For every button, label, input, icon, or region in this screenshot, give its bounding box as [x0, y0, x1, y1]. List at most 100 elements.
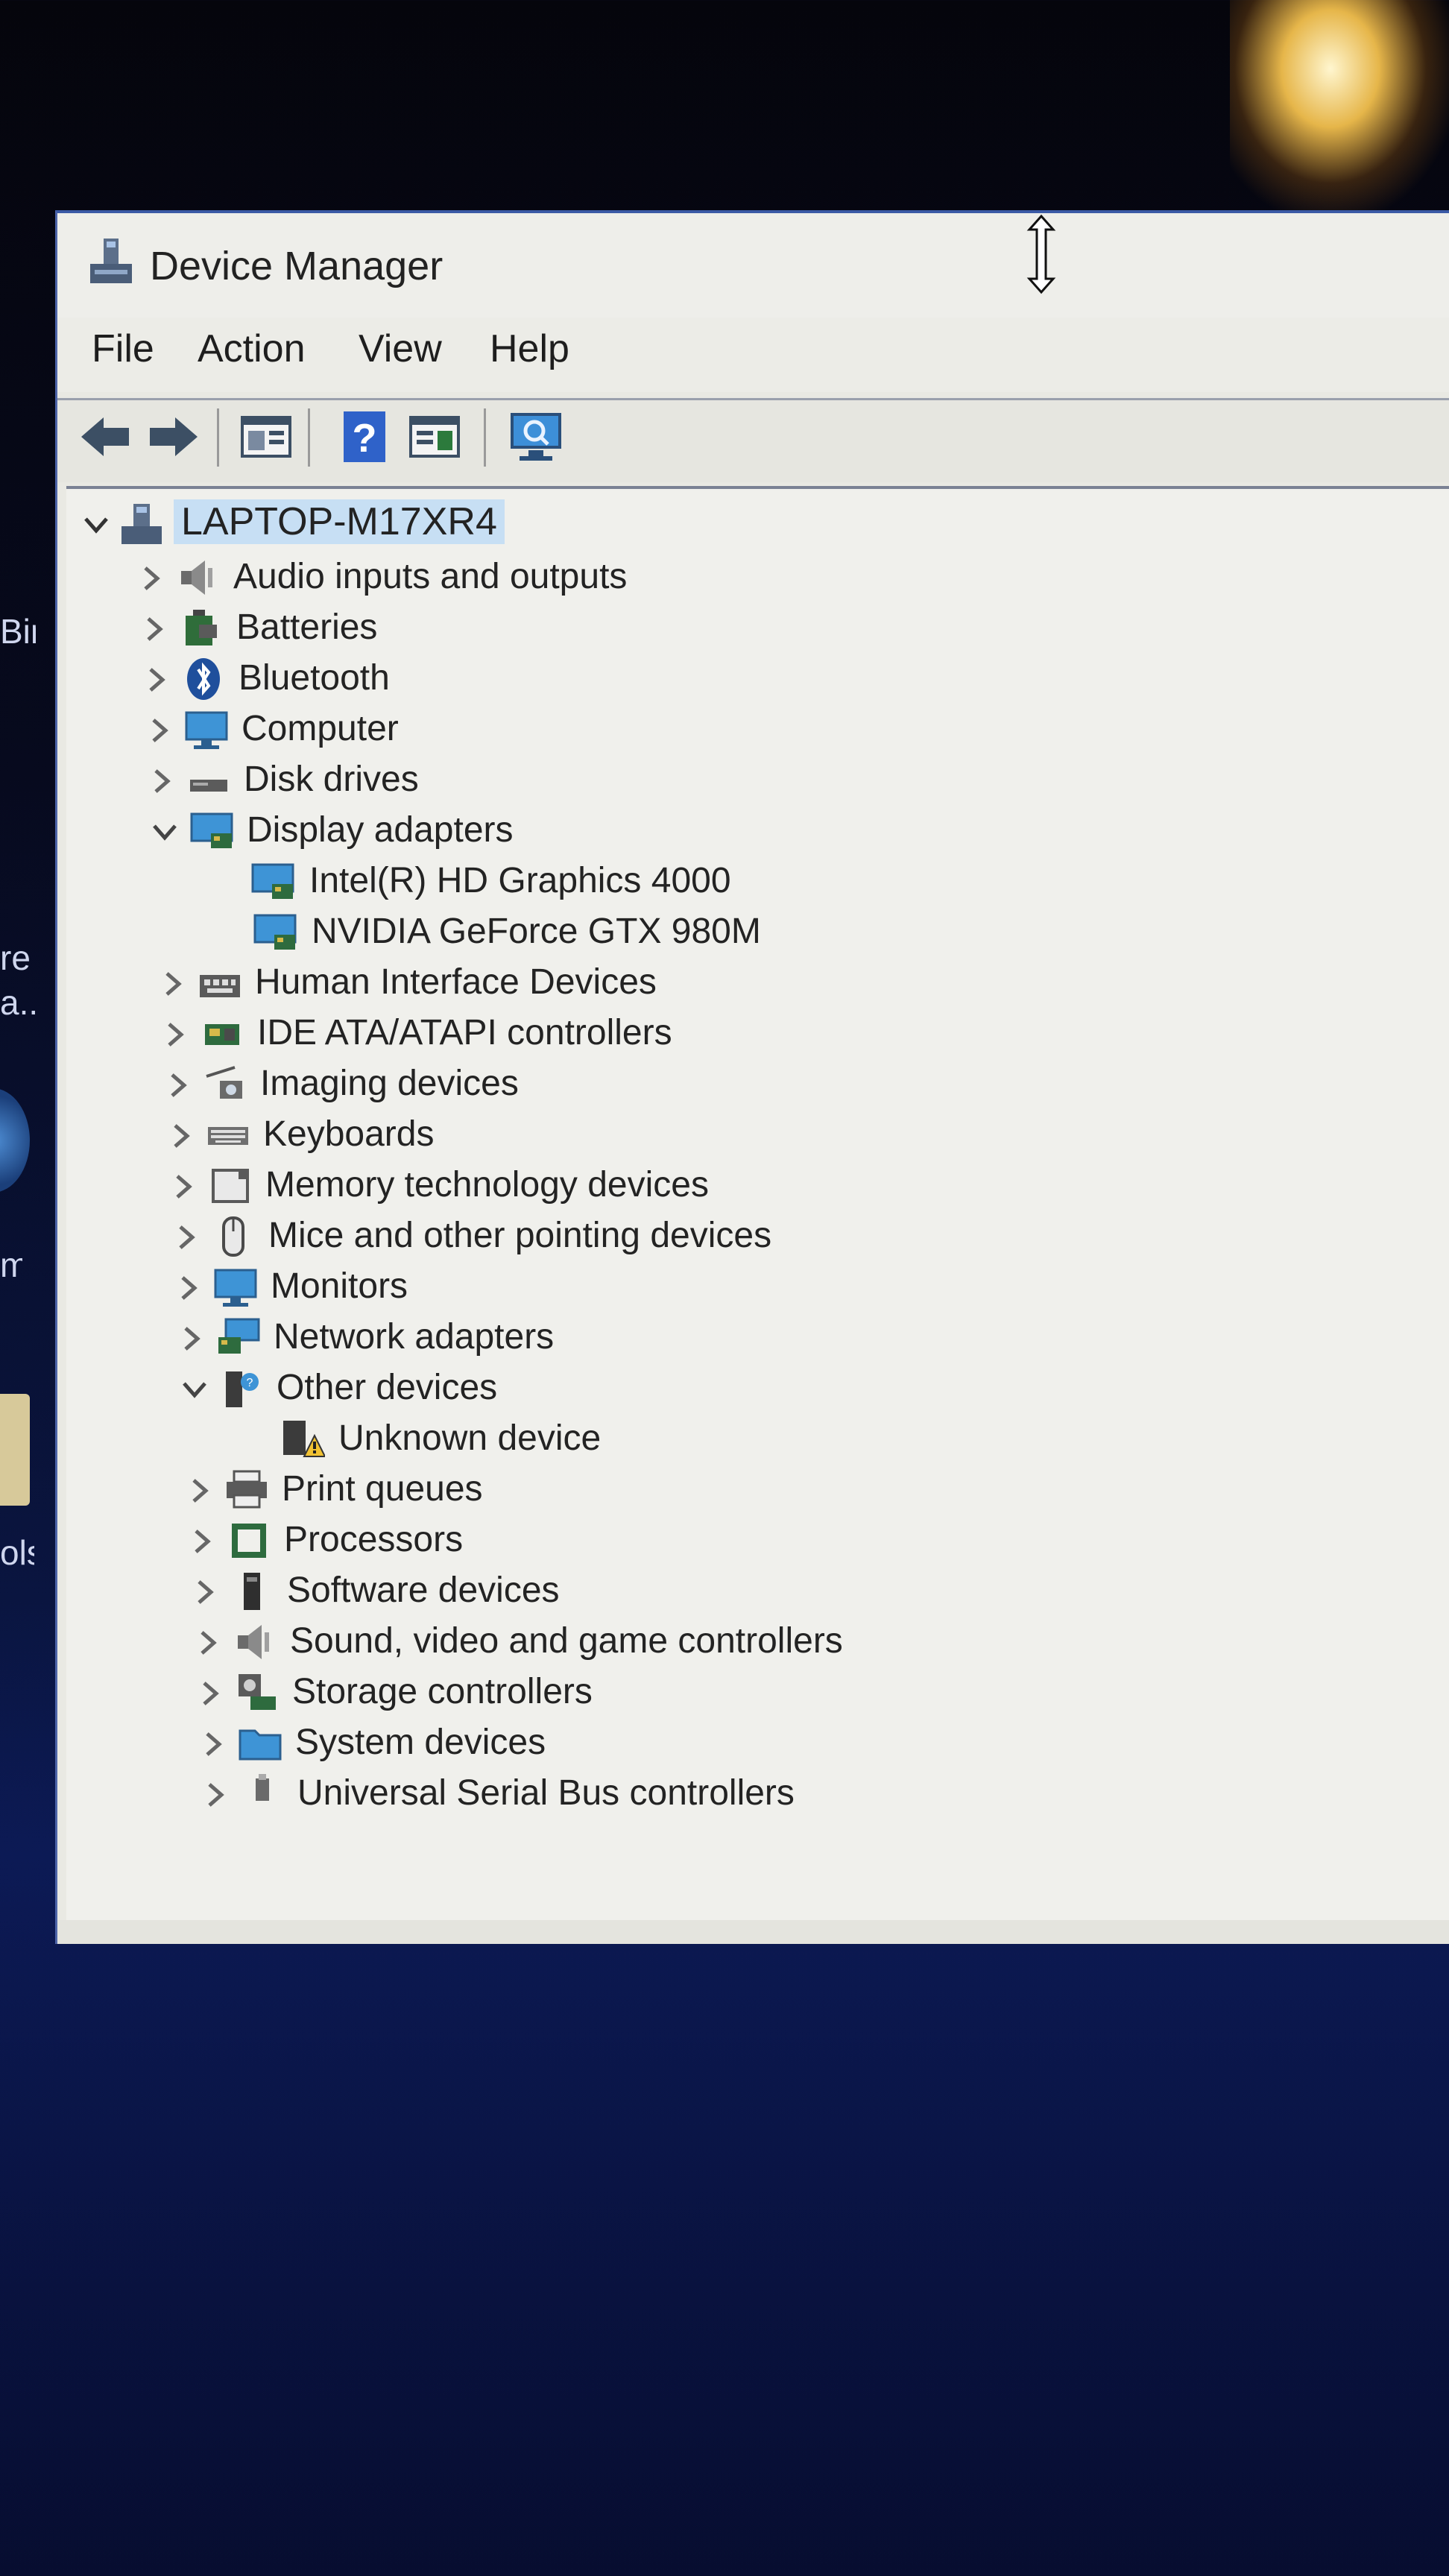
tree-root[interactable]: LAPTOP-M17XR4 — [81, 498, 603, 550]
memory-card-icon — [207, 1163, 253, 1209]
chevron-right-icon[interactable] — [147, 766, 177, 796]
chevron-right-icon[interactable] — [171, 1222, 201, 1252]
desktop-label-software[interactable]: re — [0, 938, 34, 978]
tree-category[interactable]: Disk drives — [147, 754, 1190, 806]
device-manager-window[interactable]: Device Manager File Action View Help ? L… — [55, 210, 1449, 1944]
chevron-right-icon[interactable] — [139, 614, 169, 644]
category-label: Computer — [242, 709, 399, 748]
tree-category[interactable]: Processors — [187, 1515, 1231, 1567]
chevron-right-icon[interactable] — [145, 716, 174, 745]
desktop-folder-icon[interactable] — [0, 1394, 30, 1506]
chevron-right-icon[interactable] — [201, 1780, 230, 1810]
tree-category[interactable]: Computer — [145, 704, 1188, 756]
tree-category[interactable]: Batteries — [139, 602, 1183, 654]
tree-category[interactable]: Storage controllers — [195, 1667, 1239, 1719]
usb-icon — [239, 1771, 285, 1817]
keyboard-icon — [205, 1112, 251, 1158]
tree-category[interactable]: Network adapters — [177, 1312, 1220, 1364]
chevron-right-icon[interactable] — [185, 1476, 215, 1506]
tree-category[interactable]: Memory technology devices — [168, 1160, 1212, 1212]
chevron-right-icon[interactable] — [195, 1679, 225, 1708]
category-label: Print queues — [282, 1469, 483, 1509]
toolbar-separator — [217, 408, 219, 467]
chevron-right-icon[interactable] — [177, 1324, 206, 1354]
tree-category[interactable]: Print queues — [185, 1464, 1228, 1516]
unknown-device-icon — [279, 1416, 326, 1462]
update-driver-icon[interactable] — [406, 408, 463, 465]
tree-category[interactable]: Bluetooth — [142, 653, 1185, 705]
desktop-label-software-2[interactable]: a... — [0, 982, 40, 1023]
category-label: Sound, video and game controllers — [290, 1621, 843, 1661]
gpu-device-icon — [252, 909, 298, 956]
speaker-icon — [232, 1619, 278, 1665]
ide-controller-icon — [199, 1011, 245, 1057]
back-arrow-icon[interactable] — [77, 408, 133, 465]
display-adapter-icon — [189, 808, 235, 854]
menu-file[interactable]: File — [92, 326, 154, 371]
menu-view[interactable]: View — [359, 326, 442, 371]
chevron-right-icon[interactable] — [187, 1527, 217, 1556]
gpu-device-icon — [250, 859, 296, 905]
tree-category[interactable]: Sound, video and game controllers — [193, 1616, 1237, 1668]
tree-category[interactable]: Human Interface Devices — [158, 957, 1202, 1009]
tree-category[interactable]: ? Other devices — [180, 1363, 1223, 1415]
device-tree[interactable]: LAPTOP-M17XR4 Audio inputs and outputs Ba… — [66, 486, 1449, 1920]
tree-category[interactable]: Audio inputs and outputs — [136, 552, 1180, 604]
category-label: Display adapters — [247, 810, 514, 850]
device-label: NVIDIA GeForce GTX 980M — [312, 912, 761, 951]
chevron-right-icon[interactable] — [136, 564, 166, 593]
device-label: Unknown device — [338, 1418, 602, 1458]
tree-device[interactable]: Unknown device — [239, 1413, 1282, 1465]
chevron-right-icon[interactable] — [193, 1628, 223, 1658]
tree-category[interactable]: Monitors — [174, 1261, 1217, 1313]
chevron-down-icon[interactable] — [180, 1374, 209, 1404]
chevron-right-icon[interactable] — [163, 1070, 193, 1100]
window-title: Device Manager — [150, 244, 443, 288]
category-label: Storage controllers — [292, 1672, 593, 1711]
chevron-right-icon[interactable] — [198, 1729, 228, 1759]
forward-arrow-icon[interactable] — [145, 408, 202, 465]
help-icon[interactable]: ? — [336, 408, 393, 465]
chevron-right-icon[interactable] — [160, 1020, 190, 1049]
tree-category[interactable]: IDE ATA/ATAPI controllers — [160, 1008, 1204, 1060]
chevron-right-icon[interactable] — [166, 1121, 196, 1151]
category-label: Mice and other pointing devices — [268, 1216, 772, 1255]
tree-category[interactable]: System devices — [198, 1717, 1242, 1770]
category-label: Monitors — [271, 1266, 408, 1306]
desktop-app-icon[interactable] — [0, 1088, 30, 1193]
tree-device[interactable]: NVIDIA GeForce GTX 980M — [212, 906, 1255, 959]
properties-icon[interactable] — [238, 408, 294, 465]
tree-category[interactable]: Display adapters — [150, 805, 1193, 857]
chevron-right-icon[interactable] — [190, 1577, 220, 1607]
menu-action[interactable]: Action — [198, 326, 306, 371]
chevron-right-icon[interactable] — [142, 665, 171, 695]
category-label: Other devices — [277, 1368, 498, 1407]
resize-cursor-icon — [1026, 214, 1056, 294]
tree-device[interactable]: Intel(R) HD Graphics 4000 — [209, 856, 1253, 908]
chevron-right-icon[interactable] — [168, 1172, 198, 1202]
storage-controller-icon — [234, 1670, 280, 1716]
toolbar-separator — [484, 408, 486, 467]
root-computer-name[interactable]: LAPTOP-M17XR4 — [174, 499, 505, 544]
battery-icon — [178, 605, 224, 651]
software-device-icon — [229, 1568, 275, 1614]
tree-category[interactable]: Keyboards — [166, 1109, 1210, 1161]
chevron-down-icon[interactable] — [150, 817, 180, 847]
other-devices-icon: ? — [218, 1366, 265, 1412]
tree-category[interactable]: Software devices — [190, 1565, 1234, 1617]
desktop-label-recycle-bin[interactable]: Bin — [0, 611, 36, 651]
chevron-down-icon[interactable] — [81, 510, 111, 540]
chevron-right-icon[interactable] — [158, 969, 188, 999]
tree-category[interactable]: Imaging devices — [163, 1058, 1207, 1111]
desktop-label-tools[interactable]: ols — [0, 1532, 34, 1573]
category-label: Memory technology devices — [265, 1165, 709, 1205]
camera-icon — [202, 1061, 248, 1108]
tree-category[interactable]: Mice and other pointing devices — [171, 1210, 1215, 1263]
category-label: Batteries — [236, 607, 378, 647]
scan-hardware-icon[interactable] — [508, 408, 564, 465]
desktop-label-app[interactable]: m — [0, 1245, 22, 1285]
tree-category[interactable]: Universal Serial Bus controllers — [201, 1768, 1244, 1820]
chevron-right-icon[interactable] — [174, 1273, 203, 1303]
category-label: Imaging devices — [260, 1064, 519, 1103]
menu-help[interactable]: Help — [490, 326, 569, 371]
